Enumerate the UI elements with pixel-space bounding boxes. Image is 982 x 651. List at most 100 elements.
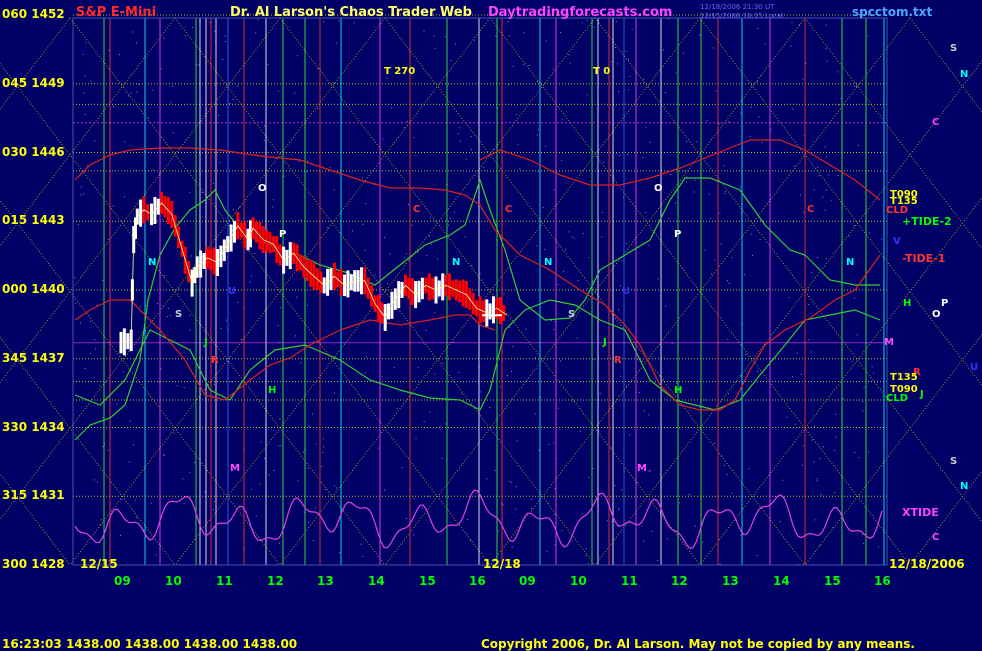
star-dot (627, 58, 629, 60)
star-dot (593, 359, 595, 361)
star-dot (803, 211, 805, 213)
star-dot (817, 166, 819, 168)
star-dot (430, 243, 432, 245)
star-dot (745, 354, 747, 356)
y-tick-code: 060 (2, 7, 28, 21)
star-dot (192, 27, 193, 28)
planet-marker: M (230, 462, 240, 474)
star-dot (278, 90, 279, 92)
star-dot (95, 348, 97, 350)
star-dot (723, 165, 725, 167)
star-dot (172, 85, 174, 87)
star-dot (327, 227, 329, 229)
star-dot (509, 481, 511, 483)
star-dot (720, 243, 722, 245)
star-dot (822, 196, 824, 198)
star-dot (679, 502, 680, 504)
star-dot (158, 381, 160, 383)
star-dot (548, 502, 550, 504)
star-dot (189, 471, 191, 473)
site-link[interactable]: Daytradingforecasts.com (488, 5, 672, 20)
star-dot (277, 324, 279, 326)
star-dot (507, 375, 508, 377)
star-dot (826, 60, 828, 62)
y-tick-code: 000 (2, 282, 28, 296)
star-dot (332, 82, 334, 84)
star-dot (434, 312, 436, 314)
star-dot (116, 403, 118, 405)
star-dot (413, 137, 415, 139)
star-dot (157, 303, 158, 304)
star-dot (708, 193, 710, 195)
star-dot (272, 199, 274, 201)
star-dot (689, 494, 691, 495)
x-tick-label: 16 (469, 574, 486, 588)
star-dot (259, 377, 261, 379)
star-dot (467, 519, 468, 521)
planet-marker: N (846, 256, 855, 268)
star-dot (209, 21, 211, 23)
star-dot (296, 55, 298, 57)
chart-background (0, 0, 982, 650)
star-dot (531, 498, 532, 500)
star-dot (133, 444, 134, 446)
star-dot (442, 362, 444, 364)
star-dot (618, 509, 620, 511)
star-dot (554, 321, 556, 323)
star-dot (322, 438, 324, 440)
star-dot (788, 297, 790, 299)
planet-marker: C (505, 203, 513, 215)
star-dot (183, 387, 185, 388)
star-dot (172, 132, 174, 134)
star-dot (767, 288, 769, 290)
star-dot (511, 546, 513, 548)
star-dot (325, 488, 327, 490)
star-dot (724, 192, 726, 194)
star-dot (279, 307, 281, 309)
star-dot (259, 483, 261, 485)
star-dot (726, 280, 728, 282)
star-dot (719, 212, 721, 214)
star-dot (790, 45, 792, 47)
x-tick-label: 11 (216, 574, 233, 588)
star-dot (519, 168, 521, 170)
y-tick-code: 315 (2, 488, 28, 503)
star-dot (641, 525, 643, 527)
level-label: CLD (886, 205, 909, 217)
y-tick-label: 300 1428 (2, 557, 65, 571)
star-dot (863, 543, 865, 544)
star-dot (509, 327, 511, 328)
star-dot (666, 538, 668, 540)
star-dot (706, 120, 708, 122)
star-dot (503, 293, 505, 295)
star-dot (426, 255, 428, 257)
star-dot (525, 328, 527, 330)
x-tick-label: 15 (824, 574, 841, 588)
star-dot (546, 550, 548, 552)
star-dot (758, 116, 760, 118)
planet-marker: J (204, 336, 208, 348)
star-dot (820, 494, 822, 496)
star-dot (322, 452, 324, 453)
star-dot (582, 233, 584, 235)
star-dot (824, 146, 826, 148)
star-dot (237, 85, 239, 87)
star-dot (264, 458, 266, 460)
star-dot (719, 563, 721, 565)
star-dot (779, 521, 781, 522)
planet-marker: H (674, 384, 683, 396)
star-dot (297, 480, 299, 482)
star-dot (644, 211, 646, 213)
star-dot (825, 48, 827, 49)
star-dot (470, 136, 472, 138)
star-dot (835, 436, 837, 438)
star-dot (782, 479, 784, 481)
star-dot (339, 552, 341, 554)
star-dot (625, 243, 627, 245)
star-dot (811, 439, 813, 441)
star-dot (75, 302, 77, 304)
star-dot (576, 337, 578, 339)
star-dot (796, 352, 798, 354)
star-dot (805, 62, 807, 64)
star-dot (638, 391, 640, 393)
